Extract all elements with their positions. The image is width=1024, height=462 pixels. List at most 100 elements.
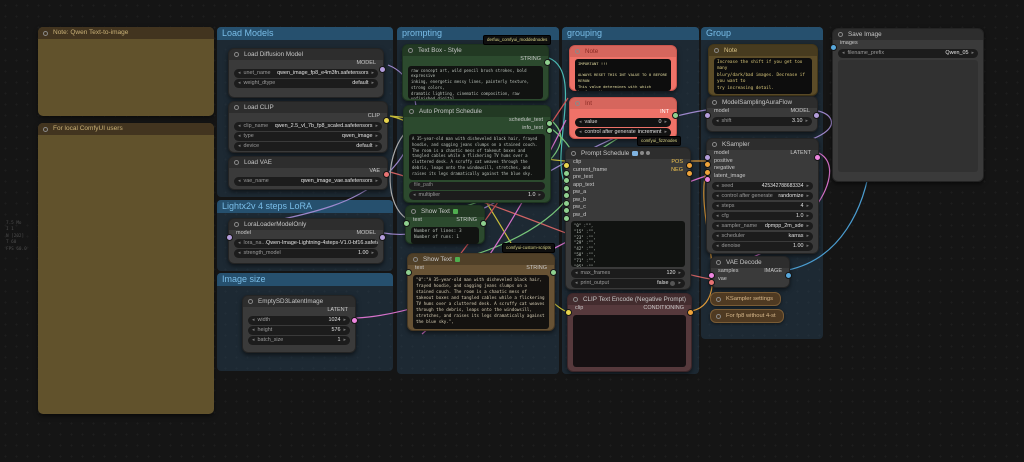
widget-type[interactable]: typeqwen_image [234, 132, 382, 141]
output-port-latent[interactable] [814, 154, 821, 161]
node-note-important[interactable]: Note IMPORTANT !!! ALWAYS RESET THIS INT… [569, 45, 677, 91]
output-port-neg[interactable] [686, 170, 693, 177]
collapse-icon[interactable] [575, 101, 580, 106]
output-port-model[interactable] [813, 112, 820, 119]
node-save-image[interactable]: Save Image images filename_prefixQwen_05 [832, 28, 984, 182]
widget-seed[interactable]: seed425342788683334 [712, 182, 813, 191]
node-text-box-style[interactable]: Text Box - Style STRING raw concept art,… [402, 44, 549, 101]
group-grouping-title[interactable]: grouping [562, 27, 699, 40]
output-port-clip[interactable] [383, 117, 390, 124]
input-port-pw-d[interactable] [563, 215, 570, 222]
input-port-text[interactable] [405, 269, 412, 276]
node-int[interactable]: Int INT value0 control after generateinc… [569, 97, 677, 139]
widget-device[interactable]: devicedefault [234, 142, 382, 151]
collapse-icon[interactable] [234, 105, 239, 110]
collapse-icon[interactable] [408, 48, 413, 53]
input-port-text[interactable] [403, 220, 410, 227]
group-load-models-title[interactable]: Load Models [217, 27, 393, 40]
output-port-image[interactable] [785, 272, 792, 279]
collapse-icon[interactable] [234, 52, 239, 57]
input-port-positive[interactable] [704, 161, 711, 168]
widget-denoise[interactable]: denoise1.00 [712, 242, 813, 251]
collapse-icon[interactable] [234, 222, 239, 227]
auto-prompt-text[interactable]: A 35-year-old man with disheveled black … [409, 134, 545, 180]
widget-batch-size[interactable]: batch_size1 [248, 336, 350, 345]
note-qwen-text-to-image[interactable]: Note: Qwen Text-to-image [38, 27, 214, 116]
node-ksampler[interactable]: KSampler modelLATENT positive negative l… [706, 138, 819, 254]
node-lora-loader-model-only[interactable]: LoraLoaderModelOnly modelMODEL lora_na..… [228, 218, 384, 264]
toggle-icon[interactable] [670, 281, 675, 286]
output-port-model[interactable] [379, 234, 386, 241]
input-port-model[interactable] [226, 234, 233, 241]
important-note-text[interactable]: IMPORTANT !!! ALWAYS RESET THIS INT VALU… [575, 59, 671, 91]
input-port-latent-image[interactable] [704, 176, 711, 183]
input-port-vae[interactable] [708, 279, 715, 286]
node-fp8-note-collapsed[interactable]: For fp8 without 4-st [710, 309, 784, 323]
input-port-app-text[interactable] [563, 185, 570, 192]
widget-max-frames[interactable]: max_frames120 [571, 269, 685, 278]
collapse-icon[interactable] [716, 314, 721, 319]
widget-unet-name[interactable]: unet_nameqwen_image_fp8_e4m3fn.safetenso… [234, 69, 378, 78]
input-port-clip[interactable] [565, 309, 572, 316]
output-port-info-text[interactable] [546, 127, 553, 134]
output-port-int[interactable] [672, 112, 679, 119]
output-port-conditioning[interactable] [687, 309, 694, 316]
widget-multiplier[interactable]: multiplier1.0 [409, 191, 545, 200]
widget-steps[interactable]: steps4 [712, 202, 813, 211]
output-port-string[interactable] [544, 59, 551, 66]
widget-lora-name[interactable]: lora_na...Qwen-Image-Lightning-4steps-V1… [234, 239, 378, 248]
input-port-samples[interactable] [708, 272, 715, 279]
input-port-model[interactable] [704, 154, 711, 161]
node-note-shift[interactable]: Note Increase the shift if you get too m… [708, 44, 818, 96]
widget-weight-dtype[interactable]: weight_dtypedefault [234, 79, 378, 88]
output-port-string[interactable] [480, 220, 487, 227]
collapse-icon[interactable] [716, 297, 721, 302]
node-show-text-1[interactable]: Show Text textSTRING Number of lines: 3 … [405, 205, 485, 244]
show-text-output[interactable]: Number of lines: 3 Number of runs: 1 [411, 227, 479, 244]
input-port-clip[interactable] [563, 162, 570, 169]
output-port-latent[interactable] [351, 317, 358, 324]
input-port-images[interactable] [830, 44, 837, 51]
output-port-pos[interactable] [686, 162, 693, 169]
widget-filename-prefix[interactable]: filename_prefixQwen_05 [838, 49, 978, 58]
node-load-vae[interactable]: Load VAE VAE vae_nameqwen_image_vae.safe… [228, 156, 388, 190]
widget-strength-model[interactable]: strength_model1.00 [234, 249, 378, 258]
shift-note-text[interactable]: Increase the shift if you get too many b… [714, 58, 812, 94]
node-graph-canvas[interactable]: 7.5 Mo I 1 N [202] T 60 FPS 60.0 Load Mo… [0, 0, 1024, 462]
group-lightx2v-title[interactable]: Lightx2v 4 steps LoRA [217, 200, 393, 213]
widget-vae-name[interactable]: vae_nameqwen_image_vae.safetensors [234, 177, 382, 186]
group-right-title[interactable]: Group [701, 27, 823, 40]
keyframe-schedule-text[interactable]: "0" :"", "15" :"", "23" :"", "29" :"", "… [571, 221, 685, 267]
node-prompt-schedule[interactable]: Prompt Schedule clipPOS current_frameNEG… [565, 147, 691, 290]
collapse-icon[interactable] [413, 257, 418, 262]
widget-sampler-name[interactable]: sampler_namedpmpp_2m_sde [712, 222, 813, 231]
node-model-sampling-auraflow[interactable]: ModelSamplingAuraFlow modelMODEL shift3.… [706, 96, 818, 132]
collapse-icon[interactable] [248, 299, 253, 304]
widget-height[interactable]: height576 [248, 326, 350, 335]
collapse-icon[interactable] [712, 100, 717, 105]
widget-cfg[interactable]: cfg1.0 [712, 212, 813, 221]
input-port-current-frame[interactable] [563, 170, 570, 177]
output-port-string[interactable] [550, 269, 557, 276]
note-local-comfyui-users[interactable]: For local ComfyUI users [38, 123, 214, 414]
widget-print-output[interactable]: print_outputfalse [571, 279, 685, 288]
collapse-icon[interactable] [571, 151, 576, 156]
node-vae-decode[interactable]: VAE Decode samplesIMAGE vae [710, 256, 790, 288]
node-clip-text-encode-negative[interactable]: CLIP Text Encode (Negative Prompt) clipC… [567, 293, 692, 372]
widget-control-after-generate[interactable]: control after generaterandomize [712, 192, 813, 201]
widget-width[interactable]: width1024 [248, 316, 350, 325]
collapse-icon[interactable] [409, 109, 414, 114]
node-show-text-2[interactable]: Show Text textSTRING "0":"A 35-year-old … [407, 253, 555, 331]
widget-shift[interactable]: shift3.10 [712, 117, 812, 126]
node-load-clip[interactable]: Load CLIP CLIP clip_nameqwen_2.5_vl_7b_f… [228, 101, 388, 153]
collapse-icon[interactable] [43, 127, 48, 132]
input-port-pw-b[interactable] [563, 200, 570, 207]
textbox-style-text[interactable]: raw concept art, wild pencil brush strok… [408, 66, 543, 99]
input-port-pre-text[interactable] [563, 177, 570, 184]
node-load-diffusion-model[interactable]: Load Diffusion Model MODEL unet_nameqwen… [228, 48, 384, 98]
input-port-model[interactable] [704, 112, 711, 119]
collapse-icon[interactable] [573, 297, 578, 302]
node-empty-sd3-latent-image[interactable]: EmptySD3LatentImage LATENT width1024 hei… [242, 295, 356, 353]
input-port-pw-c[interactable] [563, 207, 570, 214]
collapse-icon[interactable] [575, 49, 580, 54]
